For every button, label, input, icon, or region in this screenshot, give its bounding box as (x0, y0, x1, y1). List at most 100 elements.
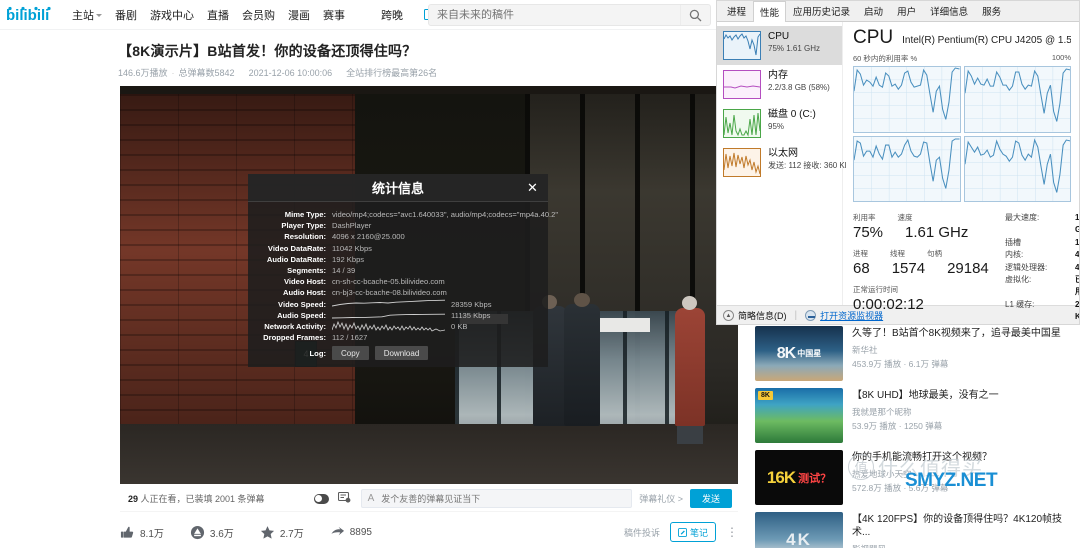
graph-axis-left-label: 60 秒内的利用率 % (853, 54, 918, 63)
main-nav: 主站 番剧 游戏中心 直播 会员购 漫画 赛事 跨晚 下载APP (72, 7, 479, 23)
spec-key: 逻辑处理器: (1005, 262, 1048, 272)
share-button[interactable]: 8895 (330, 525, 372, 540)
nav-item-anime[interactable]: 番剧 (115, 7, 137, 23)
thumbnail-label: 4K (786, 529, 812, 548)
action-bar-right: 稿件投诉 笔记 ⋮ (624, 522, 738, 542)
stats-key: Dropped Frames: (263, 333, 326, 343)
share-icon (331, 526, 344, 535)
sidebar-item-cpu[interactable]: CPU 75% 1.61 GHz (717, 26, 842, 65)
stats-panel-title: 统计信息 (371, 181, 424, 196)
search-input[interactable] (429, 9, 680, 21)
tab-users[interactable]: 用户 (890, 1, 923, 21)
share-count: 8895 (349, 526, 372, 538)
page-title: 【8K演示片】B站首发！你的设备还顶得住吗？ (118, 43, 417, 59)
video-title-block: 【8K演示片】B站首发！你的设备还顶得住吗？ 146.6万播放 · 总弹幕数58… (118, 42, 718, 79)
tab-startup[interactable]: 启动 (857, 1, 890, 21)
download-log-button[interactable]: Download (374, 346, 429, 361)
uploader-name[interactable]: 新华社 (852, 344, 1080, 356)
thumbs-up-icon (120, 526, 134, 538)
list-item[interactable]: 8K 中国星 久等了！B站首个8K视频来了，追寻最美中国星 新华社 453.9万… (755, 326, 1080, 381)
video-stats: 53.9万 播放 · 1250 弹幕 (852, 421, 943, 431)
tab-performance[interactable]: 性能 (753, 1, 787, 22)
video-info: 你的手机能流畅打开这个视频？ 热爱地球小天空 572.8万 播放 · 5.6万 … (852, 450, 1080, 505)
video-title[interactable]: 【4K 120FPS】你的设备顶得住吗？4K120帧技术... (852, 513, 1080, 539)
video-thumbnail[interactable]: 4K 120FPS (755, 512, 843, 548)
cpu-model: Intel(R) Pentium(R) CPU J4205 @ 1.50G... (902, 35, 1071, 46)
scene-sky (120, 86, 738, 94)
nav-item-live[interactable]: 直播 (207, 7, 229, 23)
list-item[interactable]: 8K 【8K UHD】地球最美，没有之一 我就是那个昵称 53.9万 播放 · … (755, 388, 1080, 443)
tab-details[interactable]: 详细信息 (923, 1, 975, 21)
video-title[interactable]: 【8K UHD】地球最美，没有之一 (852, 389, 1080, 402)
uploader-name[interactable]: 我就是那个昵称 (852, 406, 1080, 418)
speed-label: 速度 (897, 213, 913, 222)
task-manager-window[interactable]: 进程 性能 应用历史记录 启动 用户 详细信息 服务 CPU 75% 1.61 … (716, 0, 1080, 325)
copy-log-button[interactable]: Copy (332, 346, 369, 361)
spec-key: 内核: (1005, 250, 1024, 260)
nav-label: 主站 (72, 9, 94, 22)
nav-item-newyear[interactable]: 跨晚 (381, 7, 403, 23)
tab-processes[interactable]: 进程 (720, 1, 753, 21)
like-button[interactable]: 8.1万 (120, 525, 164, 540)
danmaku-toggle[interactable] (313, 493, 329, 504)
sidebar-item-ethernet[interactable]: 以太网 发送: 112 接收: 360 Kl (717, 143, 847, 182)
sparkline-network-icon (332, 321, 445, 332)
stats-row-log: Log: Copy Download (248, 346, 542, 361)
fewer-details-button[interactable]: ▲ 简略信息(D) (723, 309, 787, 322)
open-resource-monitor-button[interactable]: 打开资源监视器 (805, 309, 883, 322)
stats-key: Network Activity: (264, 322, 326, 332)
stats-key: Video DataRate: (267, 243, 326, 253)
coin-icon (190, 525, 204, 539)
bilibili-logo[interactable]: bilibili (6, 6, 58, 24)
nav-item-home[interactable]: 主站 (72, 7, 102, 23)
spec-row-max-speed: 最大速度: 1.50 GHz (1005, 212, 1080, 237)
meta-separator: · (171, 67, 175, 78)
nav-item-game-center[interactable]: 游戏中心 (150, 7, 194, 23)
sidebar-detail: 2.2/3.8 GB (58%) (768, 83, 830, 92)
task-manager-sidebar: CPU 75% 1.61 GHz 内存 2.2/3.8 GB (58%) 磁盘 … (717, 22, 847, 305)
nav-item-member-shop[interactable]: 会员购 (242, 7, 275, 23)
nav-item-esports[interactable]: 赛事 (323, 7, 345, 23)
search-icon[interactable] (680, 5, 710, 25)
spec-key: 插槽 (1005, 237, 1021, 247)
video-thumbnail[interactable]: 8K 中国星 (755, 326, 843, 381)
close-icon[interactable]: ✕ (525, 180, 540, 195)
video-title[interactable]: 你的手机能流畅打开这个视频？ (852, 451, 1080, 464)
video-title[interactable]: 久等了！B站首个8K视频来了，追寻最美中国星 (852, 327, 1080, 340)
spec-value: 4 (1075, 250, 1080, 260)
list-item[interactable]: 4K 120FPS 【4K 120FPS】你的设备顶得住吗？4K120帧技术..… (755, 512, 1080, 548)
danmaku-send-button[interactable]: 发送 (690, 489, 732, 508)
sidebar-item-memory[interactable]: 内存 2.2/3.8 GB (58%) (717, 65, 842, 104)
favorite-button[interactable]: 2.7万 (260, 525, 304, 540)
video-player[interactable]: 4 统计信息 ✕ Mime Type: video/mp4;codecs="av… (120, 86, 738, 484)
sidebar-item-disk[interactable]: 磁盘 0 (C:) 95% (717, 104, 842, 143)
tab-services[interactable]: 服务 (975, 1, 1008, 21)
spec-value: 1.50 GHz (1075, 213, 1080, 234)
coin-button[interactable]: 3.6万 (190, 525, 234, 540)
note-button[interactable]: 笔记 (669, 522, 716, 542)
recommendation-list[interactable]: 8K 中国星 久等了！B站首个8K视频来了，追寻最美中国星 新华社 453.9万… (755, 326, 1080, 548)
danmaku-etiquette-link[interactable]: 弹幕礼仪 > (639, 492, 683, 505)
cpu-heading: CPU (853, 27, 894, 48)
kebab-menu-icon[interactable]: ⋮ (726, 525, 738, 539)
viewer-count: 29 人正在看，已装填 2001 条弹幕 (128, 492, 265, 505)
uploader-name[interactable]: 影视飓风 (852, 543, 1080, 548)
video-thumbnail[interactable]: 16K 测试？ (755, 450, 843, 505)
nav-item-manga[interactable]: 漫画 (288, 7, 310, 23)
danmaku-input[interactable] (379, 492, 626, 505)
tab-app-history[interactable]: 应用历史记录 (786, 1, 857, 21)
danmaku-style-icon[interactable] (337, 491, 351, 506)
search-bar[interactable] (428, 4, 711, 26)
uploader-name[interactable]: 热爱地球小天空 (852, 468, 1080, 480)
video-thumbnail[interactable]: 8K (755, 388, 843, 443)
stats-value: 28359 Kbps (451, 299, 492, 309)
font-color-icon[interactable]: A (368, 493, 375, 504)
report-link[interactable]: 稿件投诉 (624, 526, 660, 539)
stats-key: Audio DataRate: (266, 254, 326, 264)
stats-value: 11135 Kbps (451, 310, 491, 320)
list-item[interactable]: 16K 测试？ 你的手机能流畅打开这个视频？ 热爱地球小天空 572.8万 播放… (755, 450, 1080, 505)
danmaku-input-wrapper[interactable]: A (360, 489, 633, 508)
cpu-util-speed-labels: 利用率 速度 (853, 212, 1005, 223)
speed-value: 1.61 GHz (905, 224, 969, 241)
proc-thread-handle-values: 68 1574 29184 (853, 259, 1005, 278)
